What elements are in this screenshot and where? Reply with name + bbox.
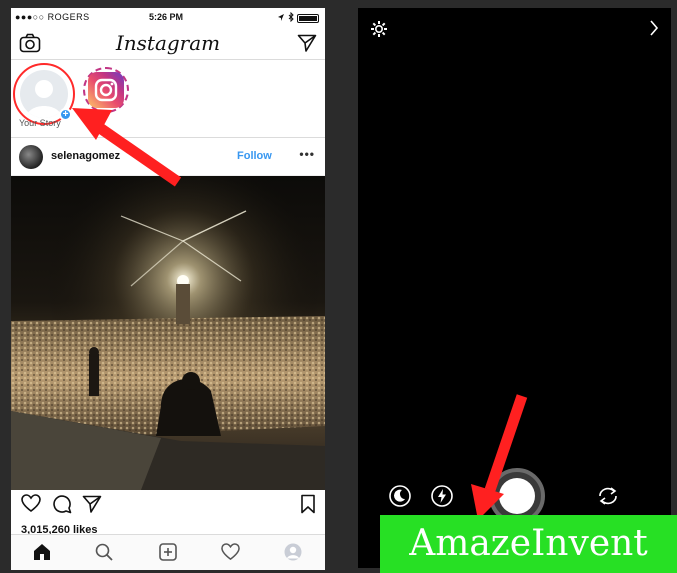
profile-icon[interactable]: [284, 543, 302, 566]
night-mode-icon[interactable]: [389, 485, 411, 512]
post-username[interactable]: selenagomez: [51, 150, 120, 162]
post-photo[interactable]: [11, 176, 325, 490]
search-icon[interactable]: [95, 543, 113, 566]
chevron-right-icon[interactable]: [649, 20, 659, 41]
instagram-story-avatar[interactable]: [83, 67, 129, 113]
your-story-avatar[interactable]: +: [13, 63, 75, 125]
post-action-bar: [11, 494, 325, 522]
heart-icon[interactable]: [21, 494, 41, 518]
story-camera-screen: [358, 8, 671, 568]
instagram-feed-screen: ●●●○○ ROGERS 5:26 PM Instagram + Your St…: [11, 8, 325, 570]
direct-send-icon[interactable]: [297, 33, 317, 58]
watermark-banner: AmazeInvent: [380, 515, 677, 573]
concert-photo-illustration: [11, 176, 325, 490]
settings-gear-icon[interactable]: [370, 20, 388, 43]
status-bar: ●●●○○ ROGERS 5:26 PM: [11, 8, 325, 26]
more-options-icon[interactable]: •••: [299, 147, 315, 161]
carrier-label: ●●●○○ ROGERS: [15, 12, 90, 22]
activity-heart-icon[interactable]: [221, 543, 240, 566]
location-icon: [277, 13, 285, 24]
bottom-tab-bar: [11, 534, 325, 570]
status-icons: [277, 11, 319, 24]
post-author-avatar[interactable]: [19, 145, 43, 169]
post-header: selenagomez Follow •••: [11, 138, 325, 176]
clock-time: 5:26 PM: [149, 12, 184, 22]
flash-icon[interactable]: [431, 485, 453, 512]
instagram-glyph-icon: [88, 72, 124, 108]
comment-icon[interactable]: [52, 494, 72, 519]
instagram-logo: Instagram: [115, 31, 221, 55]
top-nav: Instagram: [11, 26, 325, 60]
add-post-icon[interactable]: [159, 543, 177, 566]
switch-camera-icon[interactable]: [596, 486, 620, 511]
follow-button[interactable]: Follow: [237, 150, 272, 162]
home-icon[interactable]: [33, 543, 51, 566]
battery-icon: [297, 13, 319, 23]
bookmark-icon[interactable]: [300, 494, 316, 519]
bluetooth-icon: [288, 11, 294, 24]
send-icon[interactable]: [82, 494, 102, 519]
your-story-label: Your Story: [19, 118, 61, 128]
